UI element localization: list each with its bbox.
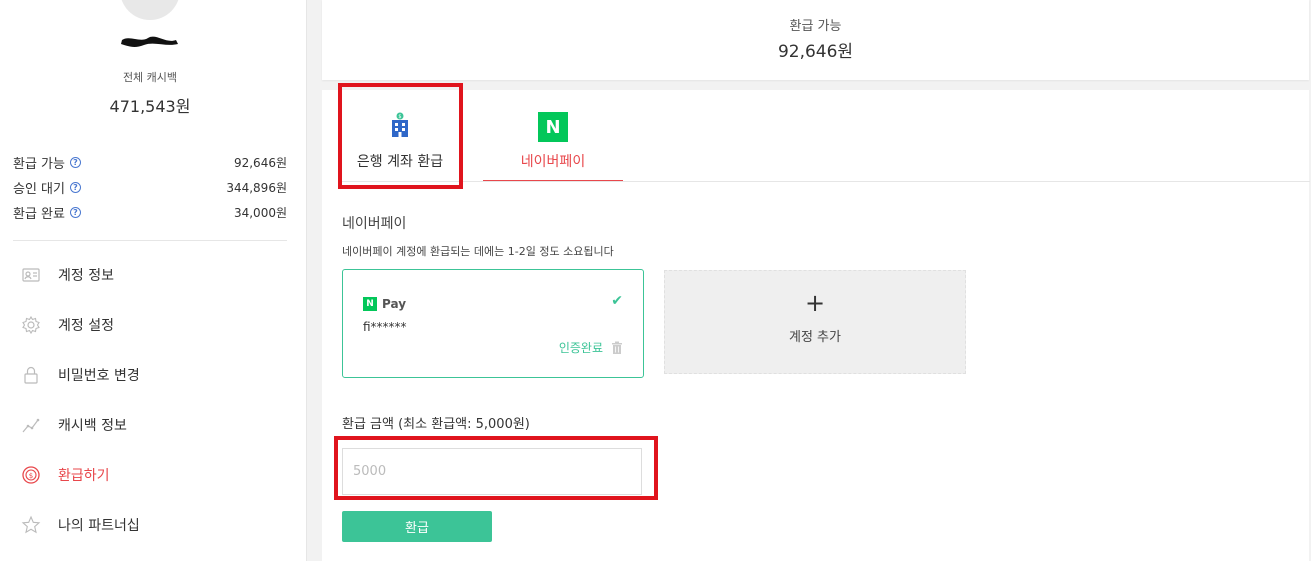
gear-icon: [20, 314, 42, 336]
naverpay-section-description: 네이버페이 계정에 환급되는 데에는 1-2일 정도 소요됩니다: [342, 245, 614, 258]
divider: [13, 240, 287, 241]
lock-icon: [20, 364, 42, 386]
stat-label: 승인 대기: [13, 182, 65, 197]
question-icon[interactable]: ?: [69, 207, 81, 218]
stat-refundable: 환급 가능? 92,646원: [13, 150, 287, 175]
refund-amount-input[interactable]: [342, 448, 642, 495]
refund-method-tabs: $ 은행 계좌 환급 N 네이버페이: [340, 90, 1310, 182]
id-card-icon: [20, 264, 42, 286]
stat-label: 환급 완료: [13, 207, 65, 222]
stat-value: 92,646원: [233, 156, 287, 170]
verified-status: 인증완료: [558, 341, 603, 355]
check-icon: ✔: [611, 293, 623, 309]
trash-icon[interactable]: [611, 339, 623, 354]
sidebar-item-label: 비밀번호 변경: [58, 368, 140, 384]
sidebar-item-label: 캐시백 정보: [58, 418, 127, 434]
stat-pending: 승인 대기? 344,896원: [13, 175, 287, 200]
sidebar-item-partnership[interactable]: 나의 파트너십: [20, 500, 290, 550]
tab-label: 은행 계좌 환급: [356, 154, 444, 170]
refundable-label: 환급 가능: [789, 19, 842, 34]
stat-value: 34,000원: [233, 206, 287, 220]
naver-n-icon: N: [363, 297, 377, 311]
total-cashback-label: 전체 캐시백: [122, 71, 178, 84]
dollar-coin-icon: $: [20, 464, 42, 486]
tab-label: 네이버페이: [520, 154, 586, 170]
cashback-stats: 환급 가능? 92,646원 승인 대기? 344,896원 환급 완료? 34…: [13, 150, 287, 225]
bank-building-icon: $: [389, 112, 411, 142]
sidebar-item-label: 환급하기: [58, 468, 110, 484]
question-icon[interactable]: ?: [69, 157, 81, 168]
refund-main-card: $ 은행 계좌 환급 N 네이버페이 네이버페이 네이버페이 계정에 환급되는 …: [322, 83, 1310, 561]
naver-logo-icon: N: [538, 112, 568, 142]
sidebar-item-change-password[interactable]: 비밀번호 변경: [20, 350, 290, 400]
redacted-username: [118, 34, 180, 48]
sidebar-item-label: 계정 설정: [58, 318, 114, 334]
pay-label: Pay: [382, 297, 407, 311]
naverpay-section-title: 네이버페이: [342, 216, 407, 232]
total-cashback-value: 471,543원: [109, 97, 191, 116]
stat-value: 344,896원: [226, 181, 287, 195]
account-id: fi******: [363, 320, 407, 334]
sidebar-item-label: 계정 정보: [58, 268, 114, 284]
refundable-summary-card: 환급 가능 92,646원: [322, 0, 1309, 80]
svg-text:$: $: [398, 114, 401, 120]
sidebar-item-label: 나의 파트너십: [58, 518, 140, 534]
tab-bank-transfer[interactable]: $ 은행 계좌 환급: [340, 90, 460, 182]
naverpay-badge: N Pay: [363, 297, 406, 311]
naver-n-letter: N: [538, 112, 568, 142]
plus-icon: +: [804, 289, 826, 317]
naverpay-account-card[interactable]: N Pay fi****** ✔ 인증완료: [342, 269, 644, 378]
sidebar-item-cashback-info[interactable]: 캐시백 정보: [20, 400, 290, 450]
stat-completed: 환급 완료? 34,000원: [13, 200, 287, 225]
tab-naverpay[interactable]: N 네이버페이: [483, 90, 623, 181]
add-account-button[interactable]: + 계정 추가: [664, 270, 966, 374]
question-icon[interactable]: ?: [69, 182, 81, 193]
sidebar-menu: 계정 정보 계정 설정 비밀번호 변경 캐시백 정보 $ 환급하기 나의 파트너…: [20, 250, 290, 550]
svg-text:$: $: [29, 472, 33, 480]
add-account-label: 계정 추가: [789, 330, 841, 345]
refundable-value: 92,646원: [777, 42, 854, 62]
sidebar-item-account-settings[interactable]: 계정 설정: [20, 300, 290, 350]
sidebar-item-refund[interactable]: $ 환급하기: [20, 450, 290, 500]
chart-line-icon: [20, 414, 42, 436]
stat-label: 환급 가능: [13, 157, 65, 172]
refund-submit-button[interactable]: 환급: [342, 511, 492, 542]
sidebar-item-account-info[interactable]: 계정 정보: [20, 250, 290, 300]
refund-amount-label: 환급 금액 (최소 환급액: 5,000원): [342, 417, 530, 432]
star-icon: [20, 514, 42, 536]
avatar: [120, 0, 180, 20]
sidebar: 전체 캐시백 471,543원 환급 가능? 92,646원 승인 대기? 34…: [0, 0, 307, 561]
